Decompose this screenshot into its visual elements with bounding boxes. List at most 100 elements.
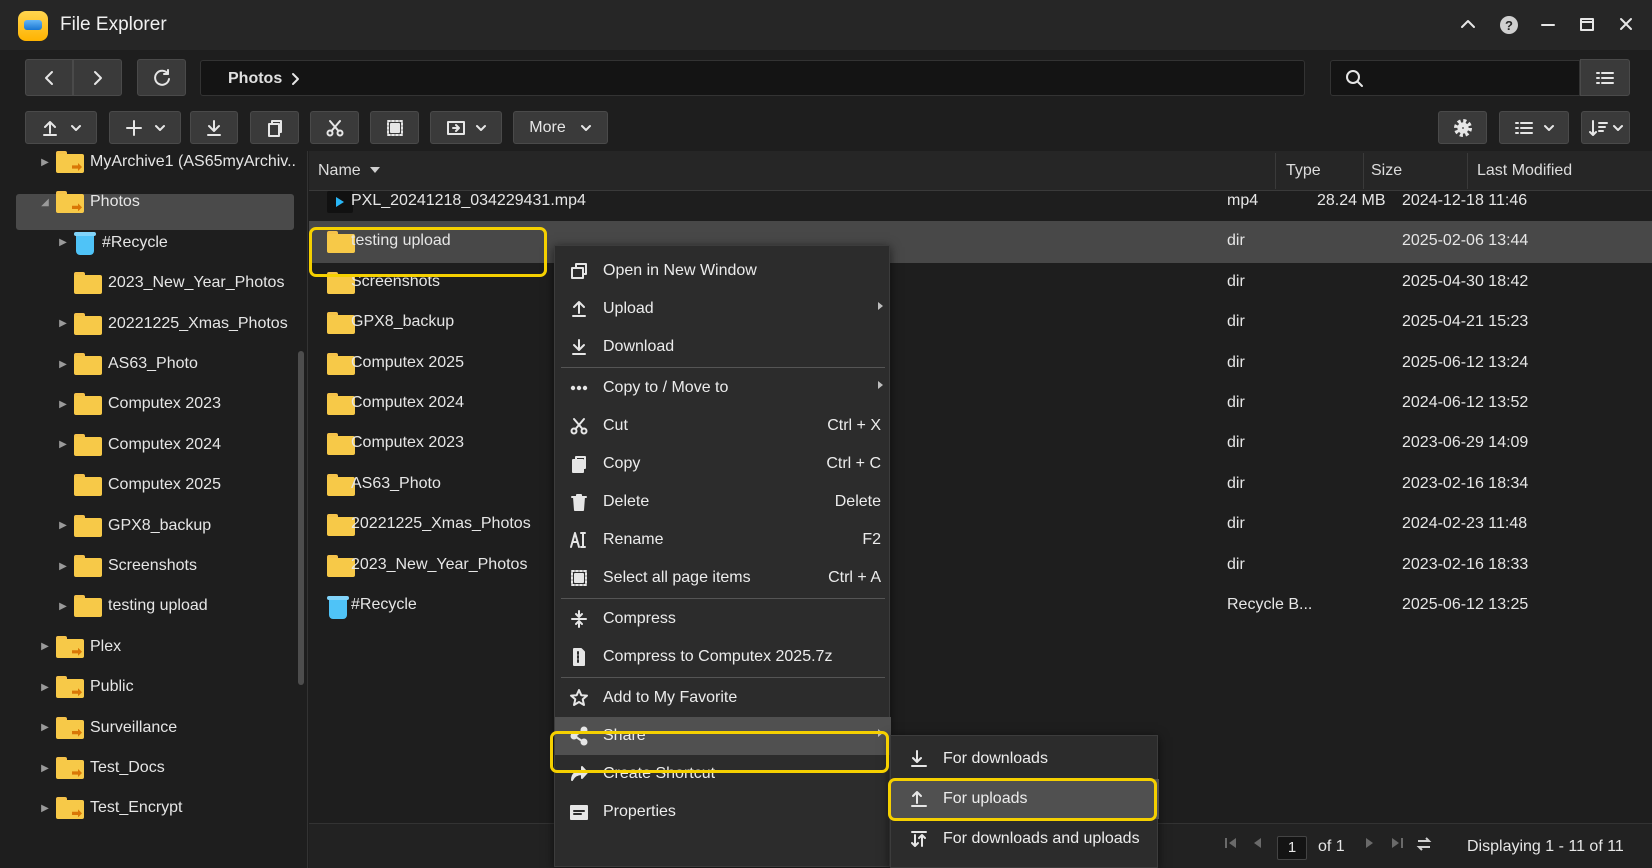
submenu-item-for-uploads[interactable]: For uploads <box>891 779 1159 819</box>
table-row[interactable]: testing upload dir 2025-02-06 13:44 <box>309 221 1652 264</box>
next-page-icon[interactable] <box>1363 836 1377 853</box>
file-name: AS63_Photo <box>351 474 441 492</box>
tree-expand-icon[interactable]: ▶ <box>56 439 70 450</box>
tree-expand-icon[interactable]: ▶ <box>56 318 70 329</box>
tree-expand-icon[interactable]: ▶ <box>56 601 70 612</box>
menu-item-add-to-my-favorite[interactable]: Add to My Favorite <box>555 679 891 717</box>
search-options-button[interactable] <box>1580 59 1630 96</box>
menu-item-open-in-new-window[interactable]: Open in New Window <box>555 252 891 290</box>
tree-expand-icon[interactable]: ▶ <box>56 237 70 248</box>
first-page-icon[interactable] <box>1224 836 1238 853</box>
table-row[interactable]: AS63_Photo dir 2023-02-16 18:34 <box>309 464 1652 506</box>
close-icon[interactable] <box>1614 14 1638 38</box>
minimize-icon[interactable] <box>1536 14 1560 38</box>
tree-expand-icon[interactable]: ▶ <box>56 359 70 370</box>
menu-item-copy-to-move-to[interactable]: Copy to / Move to <box>555 369 891 407</box>
column-header-last-modified[interactable]: Last Modified <box>1477 162 1572 180</box>
tree-expand-icon[interactable]: ▶ <box>56 561 70 572</box>
view-mode-dropdown-button[interactable] <box>1499 111 1569 144</box>
sidebar-item-computex-2023[interactable]: ▶ Computex 2023 <box>56 385 221 423</box>
sidebar-item-as63-photo[interactable]: ▶ AS63_Photo <box>56 345 198 383</box>
sidebar-item-screenshots[interactable]: ▶ Screenshots <box>56 547 197 585</box>
column-header-name[interactable]: Name <box>318 162 381 180</box>
tree-expand-icon[interactable]: ▶ <box>56 520 70 531</box>
table-row[interactable]: Screenshots dir 2025-04-30 18:42 <box>309 262 1652 304</box>
sidebar-item-2023-new-year-photos[interactable]: 2023_New_Year_Photos <box>56 264 284 302</box>
sidebar-item-plex[interactable]: ▶ Plex <box>38 628 121 666</box>
file-size: 28.24 MB <box>1317 192 1386 209</box>
tree-expand-icon[interactable]: ▶ <box>38 641 52 652</box>
sidebar-item-photos[interactable]: ◢ Photos <box>38 183 140 221</box>
select-all-button[interactable] <box>370 111 419 144</box>
table-row[interactable]: GPX8_backup dir 2025-04-21 15:23 <box>309 302 1652 344</box>
page-number-input[interactable]: 1 <box>1277 836 1307 860</box>
menu-item-download[interactable]: Download <box>555 328 891 366</box>
refresh-button[interactable] <box>137 59 186 96</box>
more-dropdown-button[interactable]: More <box>513 111 608 144</box>
menu-item-rename[interactable]: Rename F2 <box>555 521 891 559</box>
help-icon[interactable]: ? <box>1497 14 1521 38</box>
forward-button[interactable] <box>73 59 122 96</box>
table-row[interactable]: PXL_20241218_034229431.mp4 mp4 28.24 MB 202… <box>309 181 1652 223</box>
submenu-item-for-downloads-and-uploads[interactable]: For downloads and uploads <box>891 819 1159 859</box>
sidebar-item-public[interactable]: ▶ Public <box>38 668 134 706</box>
table-row[interactable]: Computex 2023 dir 2023-06-29 14:09 <box>309 423 1652 465</box>
maximize-icon[interactable] <box>1575 14 1599 38</box>
share-dropdown-button[interactable] <box>430 111 502 144</box>
menu-item-properties[interactable]: Properties <box>555 793 891 831</box>
collapse-icon[interactable] <box>1456 14 1480 38</box>
tree-expand-icon[interactable]: ▶ <box>56 399 70 410</box>
create-dropdown-button[interactable] <box>109 111 181 144</box>
reload-page-icon[interactable] <box>1415 835 1433 856</box>
column-header-type[interactable]: Type <box>1286 162 1321 180</box>
sidebar-item-computex-2025[interactable]: Computex 2025 <box>56 466 221 504</box>
sidebar-item-gpx8-backup[interactable]: ▶ GPX8_backup <box>56 507 211 545</box>
upload-dropdown-button[interactable] <box>25 111 97 144</box>
sidebar-item-testing-upload[interactable]: ▶ testing upload <box>56 587 208 625</box>
prev-page-icon[interactable] <box>1250 836 1264 853</box>
tree-collapse-icon[interactable]: ◢ <box>38 197 52 208</box>
sidebar-item-20221225-xmas-photos[interactable]: ▶ 20221225_Xmas_Photos <box>56 305 288 343</box>
tree-expand-icon[interactable]: ▶ <box>38 157 52 168</box>
table-row[interactable]: 20221225_Xmas_Photos dir 2024-02-23 11:48 <box>309 504 1652 546</box>
menu-item-select-all-page-items[interactable]: Select all page items Ctrl + A <box>555 559 891 597</box>
table-row[interactable]: #Recycle Recycle B... 2025-06-12 13:25 <box>309 585 1652 627</box>
file-type: mp4 <box>1227 192 1259 209</box>
sidebar-item-myarchive1-as65myarchiv[interactable]: ▶ MyArchive1 (AS65myArchiv.. <box>38 151 296 181</box>
settings-button[interactable] <box>1438 111 1487 144</box>
table-row[interactable]: Computex 2025 dir 2025-06-12 13:24 <box>309 343 1652 385</box>
breadcrumb[interactable]: Photos <box>200 60 1305 96</box>
cut-button[interactable] <box>310 111 359 144</box>
table-row[interactable]: 2023_New_Year_Photos dir 2023-02-16 18:33 <box>309 545 1652 587</box>
sidebar-item-surveillance[interactable]: ▶ Surveillance <box>38 709 177 747</box>
file-modified: 2023-02-16 18:33 <box>1402 555 1529 573</box>
tree-expand-icon[interactable]: ▶ <box>38 682 52 693</box>
last-page-icon[interactable] <box>1390 836 1404 853</box>
menu-item-cut[interactable]: Cut Ctrl + X <box>555 407 891 445</box>
menu-item-compress[interactable]: Compress <box>555 600 891 638</box>
menu-item-copy[interactable]: Copy Ctrl + C <box>555 445 891 483</box>
search-input[interactable] <box>1330 60 1580 96</box>
menu-item-share[interactable]: Share <box>555 717 891 755</box>
tree-expand-icon[interactable]: ▶ <box>38 722 52 733</box>
file-type: dir <box>1227 232 1245 250</box>
sidebar-item-test-docs[interactable]: ▶ Test_Docs <box>38 749 165 787</box>
submenu-item-for-downloads[interactable]: For downloads <box>891 739 1159 779</box>
column-header-size[interactable]: Size <box>1371 162 1402 180</box>
menu-item-delete[interactable]: Delete Delete <box>555 483 891 521</box>
sidebar-scrollbar[interactable] <box>298 351 304 685</box>
tree-expand-icon[interactable]: ▶ <box>38 763 52 774</box>
sort-dropdown-button[interactable] <box>1581 111 1630 144</box>
copy-button[interactable] <box>250 111 299 144</box>
breadcrumb-item-photos[interactable]: Photos <box>228 70 282 88</box>
sidebar-item-recycle[interactable]: ▶ #Recycle <box>56 224 168 262</box>
table-row[interactable]: Computex 2024 dir 2024-06-12 13:52 <box>309 383 1652 425</box>
sidebar-item-test-encrypt[interactable]: ▶ Test_Encrypt <box>38 789 182 827</box>
back-button[interactable] <box>25 59 73 96</box>
tree-expand-icon[interactable]: ▶ <box>38 803 52 814</box>
sidebar-item-computex-2024[interactable]: ▶ Computex 2024 <box>56 426 221 464</box>
menu-item-upload[interactable]: Upload <box>555 290 891 328</box>
download-button[interactable] <box>190 111 238 144</box>
menu-item-create-shortcut[interactable]: Create Shortcut <box>555 755 891 793</box>
menu-item-compress-to-computex-2025-7z[interactable]: Compress to Computex 2025.7z <box>555 638 891 676</box>
